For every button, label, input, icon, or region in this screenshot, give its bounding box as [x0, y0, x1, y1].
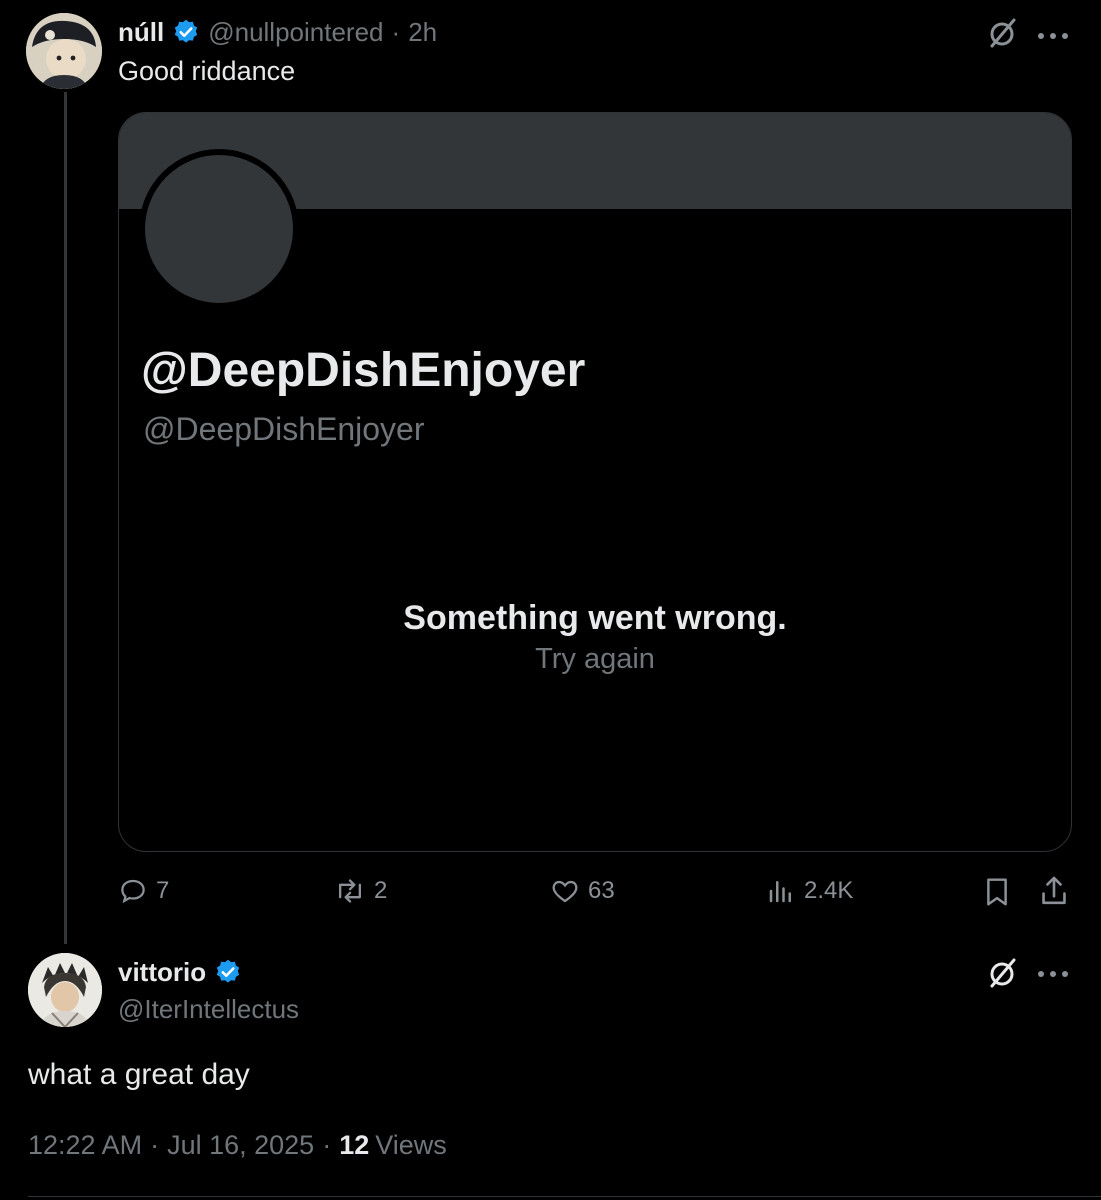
more-options-icon[interactable] [1036, 28, 1070, 46]
card-title: @DeepDishEnjoyer [141, 344, 586, 397]
analytics-icon [769, 881, 791, 903]
reply-icon [121, 879, 145, 904]
tweet-text: what a great day [28, 1058, 250, 1091]
card-handle: @DeepDishEnjoyer [143, 411, 425, 447]
views-number: 12 [339, 1130, 370, 1160]
grok-icon[interactable] [986, 956, 1020, 995]
views-count: 2.4K [804, 877, 854, 904]
views-label: Views [375, 1130, 447, 1160]
repost-button[interactable]: 2 [334, 876, 387, 906]
share-button[interactable] [1038, 874, 1070, 913]
quoted-card[interactable]: @DeepDishEnjoyer @DeepDishEnjoyer Someth… [118, 112, 1072, 852]
share-icon [1042, 876, 1066, 905]
separator-dot: · [150, 1130, 160, 1160]
reply-count: 7 [156, 877, 170, 904]
tweet-1-header: núll @nullpointered · 2h [118, 14, 437, 50]
display-name[interactable]: núll [118, 17, 164, 48]
separator-dot: · [322, 1130, 332, 1160]
views-button[interactable]: 2.4K [766, 876, 853, 906]
avatar-illustration [28, 953, 102, 1027]
avatar-illustration [26, 13, 102, 89]
handle[interactable]: @nullpointered [208, 17, 383, 48]
repost-count: 2 [374, 877, 388, 904]
try-again-link[interactable]: Try again [119, 643, 1071, 676]
reply-button[interactable]: 7 [118, 876, 169, 906]
thread-line [64, 92, 67, 944]
heart-icon [552, 880, 578, 903]
post-time[interactable]: 12:22 AM [28, 1130, 142, 1161]
avatar[interactable] [28, 953, 102, 1027]
display-name[interactable]: vittorio [118, 957, 206, 988]
post-date[interactable]: Jul 16, 2025 [167, 1130, 314, 1161]
tweet-2-name-row: vittorio [118, 954, 242, 990]
bookmark-button[interactable] [982, 876, 1012, 913]
bookmark-icon [987, 878, 1007, 906]
verified-badge-icon [175, 19, 198, 43]
timestamp[interactable]: 2h [408, 17, 437, 48]
grok-icon[interactable] [986, 16, 1020, 55]
like-count: 63 [588, 877, 615, 904]
card-error-title: Something went wrong. [403, 599, 787, 637]
handle[interactable]: @IterIntellectus [118, 994, 299, 1025]
separator-dot: · [391, 16, 401, 47]
repost-icon [338, 879, 362, 903]
tweet-text: Good riddance [118, 56, 296, 86]
like-button[interactable]: 63 [550, 876, 615, 906]
verified-badge-icon [216, 959, 240, 983]
divider [28, 1196, 1101, 1197]
avatar[interactable] [26, 13, 102, 89]
card-avatar [139, 149, 299, 309]
more-options-icon[interactable] [1036, 966, 1070, 984]
tweet-meta: 12:22 AM · Jul 16, 2025 · 12 Views [28, 1130, 447, 1161]
